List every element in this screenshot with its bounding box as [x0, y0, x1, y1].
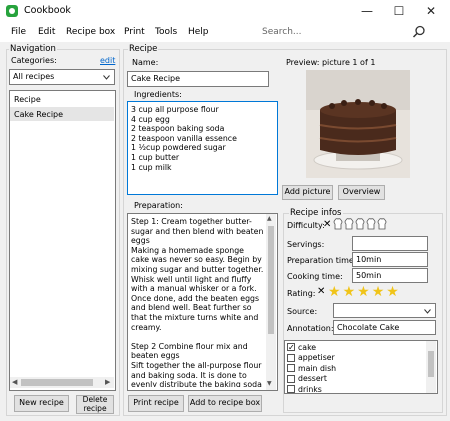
print-recipe-button[interactable]: Print recipe [128, 395, 184, 412]
recipe-list-item[interactable]: Recipe [14, 95, 41, 104]
annotation-label: Annotation: [287, 324, 334, 333]
ingredient-line: 2 teaspoon vanilla essence [131, 133, 237, 143]
navigation-title: Navigation [9, 44, 57, 54]
add-to-recipe-box-button[interactable]: Add to recipe box [188, 395, 262, 412]
menu-help[interactable]: Help [188, 27, 209, 37]
scrollbar-thumb[interactable] [21, 379, 93, 386]
chef-hat-icon[interactable] [366, 218, 376, 230]
preparation-textarea[interactable]: Step 1: Cream together butter-sugar and … [127, 213, 278, 391]
ingredient-line: 1 cup milk [131, 162, 172, 172]
maximize-button[interactable]: ☐ [385, 0, 413, 22]
menu-print[interactable]: Print [124, 27, 145, 37]
minimize-button[interactable]: — [353, 0, 381, 22]
rating-stars[interactable]: ★ ★ ★ ★ ★ [328, 285, 399, 299]
ingredient-line: 3 cup all purpose flour [131, 105, 219, 114]
prep-time-label: Preparation time: [287, 256, 357, 265]
ingredients-textarea[interactable]: 3 cup all purpose flour 4 cup egg 2 teaspo… [127, 101, 278, 195]
source-select[interactable] [333, 303, 436, 318]
chevron-down-icon [424, 309, 431, 314]
new-recipe-button[interactable]: New recipe [14, 395, 69, 412]
menu-recipe-box[interactable]: Recipe box [66, 27, 115, 37]
cook-time-label: Cooking time: [287, 272, 343, 281]
name-input[interactable]: Cake Recipe [127, 71, 269, 87]
star-icon[interactable]: ★ [357, 285, 370, 299]
difficulty-label: Difficulty: [287, 221, 325, 230]
annotation-input[interactable]: Chocolate Cake [333, 320, 436, 335]
edit-categories-link[interactable]: edit [100, 56, 115, 65]
star-icon[interactable]: ★ [343, 285, 356, 299]
star-icon[interactable]: ★ [328, 285, 341, 299]
overview-button[interactable]: Overview [338, 185, 385, 200]
preparation-text: Step 1: Cream together butter-sugar and … [131, 217, 264, 387]
menu-file[interactable]: File [11, 27, 26, 37]
servings-label: Servings: [287, 240, 325, 249]
search-icon[interactable] [412, 25, 426, 39]
category-checkbox-label: main dish [298, 363, 337, 373]
category-checkbox-row[interactable]: ✓ cake [287, 342, 423, 353]
category-checklist: ✓ cake appetiser main dish dessert drinks [284, 340, 438, 394]
recipe-list-item-label: Cake Recipe [14, 110, 64, 119]
recipe-picture[interactable] [306, 70, 410, 178]
difficulty-clear-icon[interactable]: ✕ [323, 219, 331, 230]
category-filter-select[interactable]: All recipes [9, 69, 115, 85]
ingredient-line: 4 cup egg [131, 114, 170, 124]
scroll-up-icon[interactable]: ▲ [267, 215, 272, 222]
chef-hat-icon[interactable] [355, 218, 365, 230]
ingredients-label: Ingredients: [134, 90, 182, 99]
servings-input[interactable] [352, 236, 428, 251]
preparation-label: Preparation: [134, 201, 183, 210]
checklist-scrollbar-thumb[interactable] [428, 351, 434, 377]
ingredients-text: 3 cup all purpose flour 4 cup egg 2 teaspo… [131, 105, 237, 172]
ingredient-line: 1 cup butter [131, 152, 180, 162]
chef-hat-icon[interactable] [333, 218, 343, 230]
rating-clear-icon[interactable]: ✕ [317, 286, 325, 297]
categories-label: Categories: [11, 56, 57, 65]
preview-label: Preview: picture 1 of 1 [286, 58, 376, 67]
category-checkbox-label: appetiser [298, 353, 335, 363]
prep-time-input[interactable]: 10min [352, 252, 428, 267]
checkbox[interactable] [287, 385, 295, 393]
checkbox[interactable]: ✓ [287, 343, 295, 352]
source-label: Source: [287, 307, 318, 316]
preparation-scrollbar-thumb[interactable] [268, 226, 274, 334]
recipe-title: Recipe [128, 44, 159, 54]
add-picture-button[interactable]: Add picture [282, 185, 333, 200]
category-checkbox-label: drinks [298, 384, 322, 394]
recipe-infos-title: Recipe infos [289, 208, 343, 218]
menu-tools[interactable]: Tools [155, 27, 177, 37]
close-button[interactable]: ✕ [417, 0, 445, 22]
category-checkbox-row[interactable]: dessert [287, 374, 423, 385]
menu-edit[interactable]: Edit [38, 27, 55, 37]
chef-hat-icon[interactable] [344, 218, 354, 230]
category-checkbox-row[interactable]: drinks [287, 384, 423, 394]
checkbox[interactable] [287, 353, 295, 362]
difficulty-rating[interactable] [333, 218, 387, 230]
category-checkbox-label: cake [298, 342, 317, 352]
app-logo-icon [6, 5, 18, 17]
rating-label: Rating: [287, 289, 316, 298]
star-icon[interactable]: ★ [386, 285, 399, 299]
checkbox[interactable] [287, 374, 295, 383]
category-checkbox-label: dessert [298, 374, 327, 384]
scroll-right-icon[interactable]: ▶ [105, 378, 110, 386]
window-title: Cookbook [24, 5, 71, 16]
category-checkbox-row[interactable]: appetiser [287, 353, 423, 364]
chef-hat-icon[interactable] [377, 218, 387, 230]
star-icon[interactable]: ★ [372, 285, 385, 299]
delete-recipe-button[interactable]: Delete recipe [76, 395, 114, 414]
search-input[interactable]: Search... [262, 24, 432, 40]
cook-time-input[interactable]: 50min [352, 268, 428, 283]
chevron-down-icon [103, 75, 110, 80]
recipe-list [9, 90, 116, 391]
category-filter-value: All recipes [13, 72, 55, 81]
checkbox[interactable] [287, 364, 295, 373]
scroll-down-icon[interactable]: ▼ [267, 380, 272, 387]
ingredient-line: 1 ½cup powdered sugar [131, 143, 226, 153]
name-label: Name: [132, 58, 159, 67]
ingredient-line: 2 teaspoon baking soda [131, 124, 225, 134]
category-checkbox-row[interactable]: main dish [287, 363, 423, 374]
scroll-left-icon[interactable]: ◀ [12, 378, 17, 386]
